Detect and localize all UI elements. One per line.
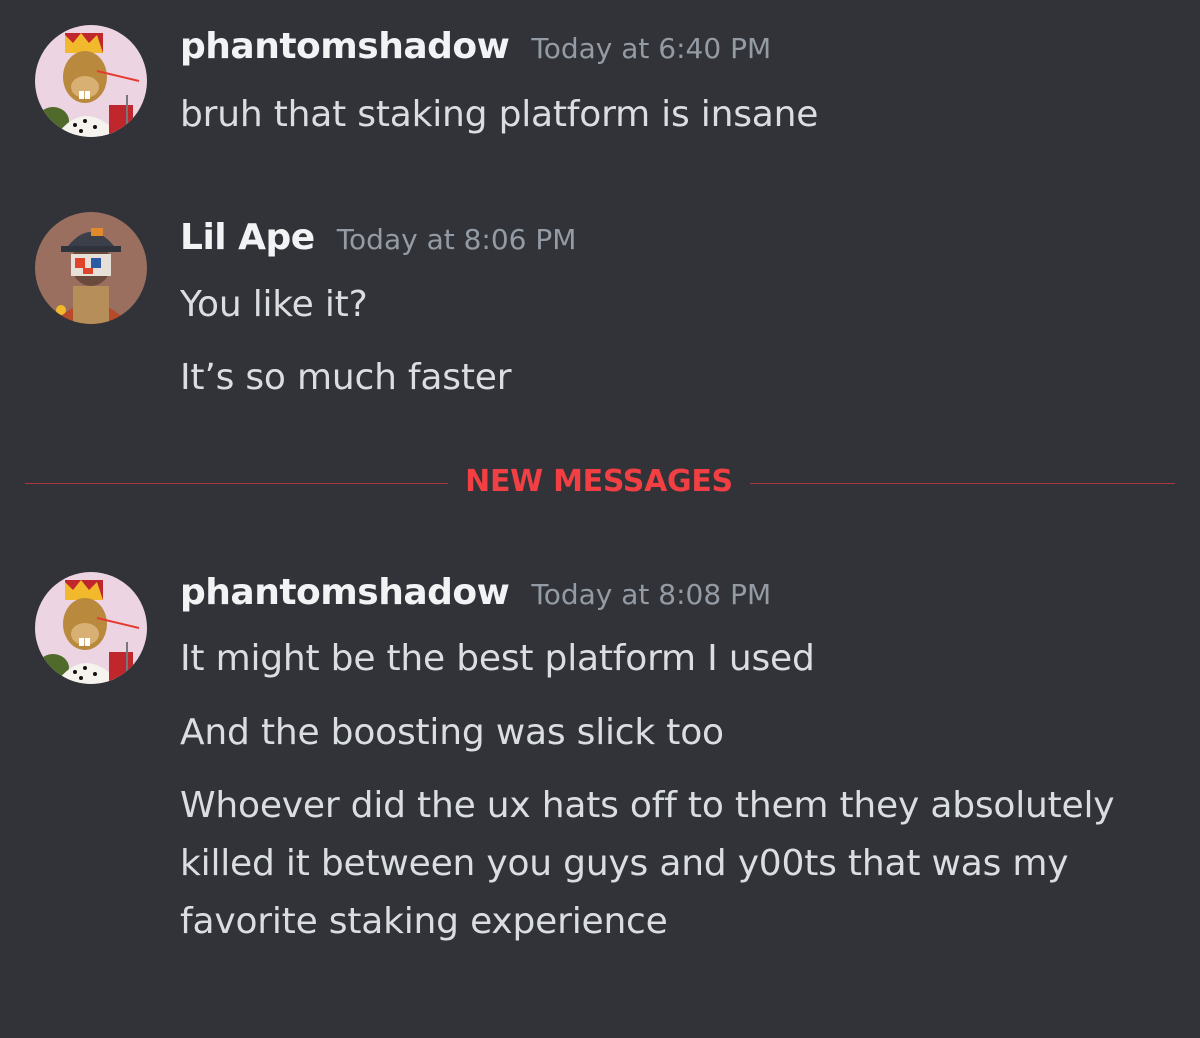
message-header: phantomshadow Today at 6:40 PM <box>180 26 771 67</box>
message-text: And the boosting was slick too <box>180 712 724 753</box>
masked-ape-avatar-icon[interactable] <box>35 212 147 324</box>
divider-line <box>25 483 448 484</box>
message-header: Lil Ape Today at 8:06 PM <box>180 217 576 258</box>
timestamp[interactable]: Today at 8:08 PM <box>531 578 771 611</box>
avatar-image <box>35 25 147 137</box>
message-text: favorite staking experience <box>180 901 668 942</box>
message-text: It might be the best platform I used <box>180 638 815 679</box>
crowned-beaver-avatar-icon[interactable] <box>35 25 147 137</box>
avatar-image <box>35 212 147 324</box>
new-messages-label: NEW MESSAGES <box>465 464 733 499</box>
message-text: You like it? <box>180 284 368 325</box>
username[interactable]: Lil Ape <box>180 217 315 258</box>
message-text: Whoever did the ux hats off to them they… <box>180 785 1115 826</box>
message-header: phantomshadow Today at 8:08 PM <box>180 572 771 613</box>
new-messages-divider: NEW MESSAGES <box>25 464 1175 499</box>
avatar-image <box>35 572 147 684</box>
message-text: bruh that staking platform is insane <box>180 94 819 135</box>
timestamp[interactable]: Today at 8:06 PM <box>337 223 577 256</box>
username[interactable]: phantomshadow <box>180 26 510 67</box>
message-text: It’s so much faster <box>180 357 512 398</box>
timestamp[interactable]: Today at 6:40 PM <box>531 32 771 65</box>
divider-line <box>750 483 1175 484</box>
username[interactable]: phantomshadow <box>180 572 510 613</box>
message-text: killed it between you guys and y00ts tha… <box>180 843 1069 884</box>
crowned-beaver-avatar-icon[interactable] <box>35 572 147 684</box>
